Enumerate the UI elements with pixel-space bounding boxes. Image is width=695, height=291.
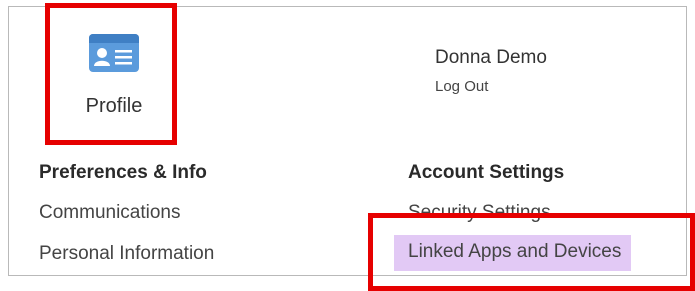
account-menu-screenshot: Profile Donna Demo Log Out Preferences &… xyxy=(0,0,695,291)
preferences-heading: Preferences & Info xyxy=(39,162,207,183)
profile-label: Profile xyxy=(85,95,143,117)
communications-link[interactable]: Communications xyxy=(39,202,181,224)
personal-information-link[interactable]: Personal Information xyxy=(39,243,214,265)
security-settings-link[interactable]: Security Settings xyxy=(408,202,551,224)
user-name: Donna Demo xyxy=(435,47,547,68)
account-settings-heading: Account Settings xyxy=(408,162,565,183)
linked-apps-devices-link[interactable]: Linked Apps and Devices xyxy=(394,235,632,271)
logout-link[interactable]: Log Out xyxy=(435,78,488,95)
account-dropdown-panel: Profile Donna Demo Log Out Preferences &… xyxy=(8,6,687,276)
id-card-icon xyxy=(89,34,139,72)
profile-tile[interactable]: Profile xyxy=(51,15,177,141)
